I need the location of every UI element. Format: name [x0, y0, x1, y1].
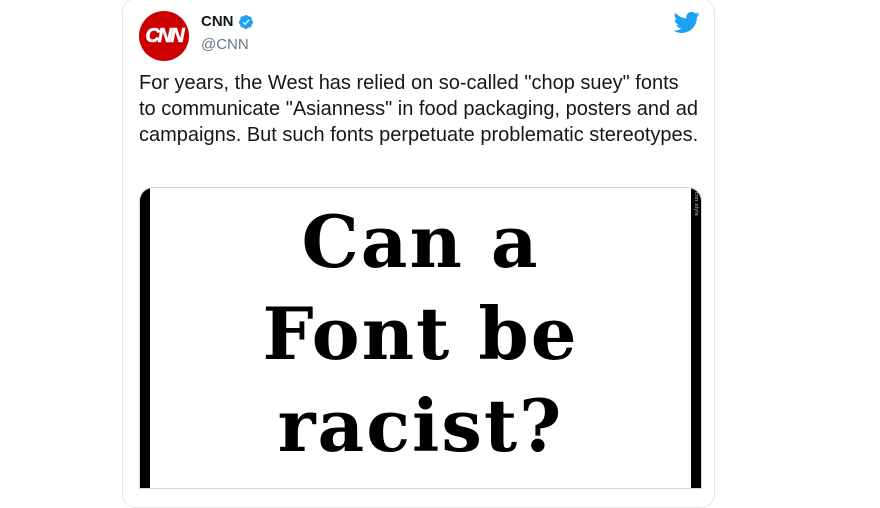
headline-line-2: Font be: [262, 291, 579, 376]
letterbox-left: [140, 188, 150, 488]
headline-line-1: Can a: [301, 199, 540, 284]
image-watermark: cnn style: [693, 192, 699, 217]
image-headline: Can a Font be racist?: [150, 196, 691, 472]
tweet-card[interactable]: CNN CNN @CNN For years, the West has rel…: [122, 0, 715, 508]
verified-badge-icon: [238, 14, 253, 29]
tweet-media-image[interactable]: cnn style Can a Font be racist?: [139, 187, 702, 489]
avatar-logo: CNN: [145, 24, 185, 47]
twitter-bird-icon[interactable]: [674, 9, 700, 35]
tweet-text: For years, the West has relied on so-cal…: [139, 72, 699, 146]
author-name[interactable]: CNN: [201, 13, 234, 30]
avatar[interactable]: CNN: [139, 11, 189, 61]
headline-line-3: racist?: [277, 383, 564, 468]
author-handle[interactable]: @CNN: [201, 36, 249, 53]
author-row: CNN: [201, 13, 254, 30]
letterbox-right: [691, 188, 701, 488]
